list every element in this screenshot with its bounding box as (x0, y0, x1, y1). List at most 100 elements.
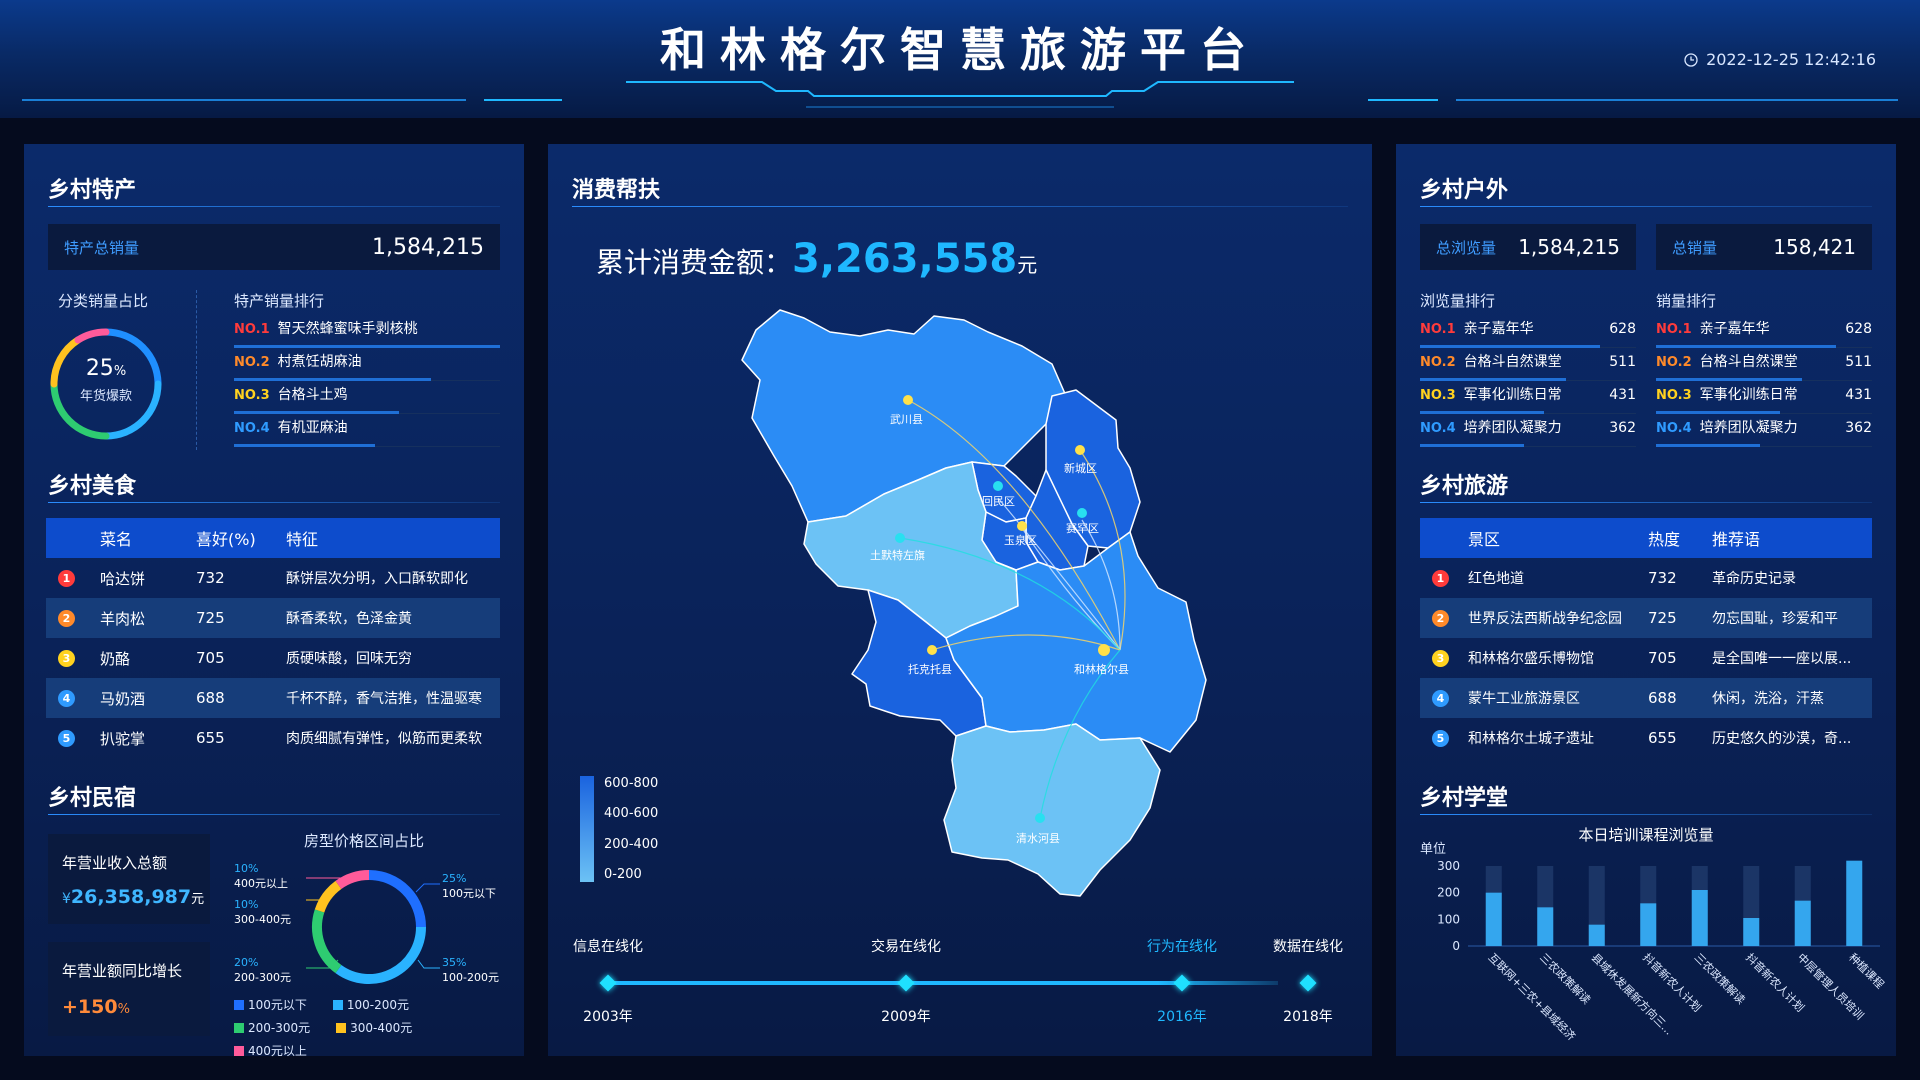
food-table: 菜名 喜好(%) 特征 1 哈达饼 732 酥饼层次分明，入口酥软即化 2 羊肉松 725 酥… (46, 518, 500, 758)
outdoor-title: 乡村户外 (1420, 178, 1509, 203)
rank-item[interactable]: NO.3 军事化训练日常 431 (1656, 384, 1872, 417)
outdoor-views-card: 总浏览量 1,584,215 (1420, 224, 1636, 270)
map-marker[interactable] (1017, 521, 1027, 531)
y-tick-label: 0 (1452, 939, 1460, 953)
rank-item[interactable]: NO.4 有机亚麻油 (234, 417, 500, 450)
specialty-total-label: 特产总销量 (64, 238, 140, 257)
tourism-hot: 655 (1648, 729, 1677, 747)
tourism-slogan: 勿忘国耻，珍爱和平 (1712, 611, 1838, 627)
rank-item[interactable]: NO.2 台格斗自然课堂 511 (1656, 351, 1872, 384)
place-label: 土默特左旗 (870, 548, 925, 562)
table-row[interactable]: 2 世界反法西斯战争纪念园 725 勿忘国耻，珍爱和平 (1420, 598, 1872, 638)
rank-badge: 3 (1432, 649, 1449, 667)
timeline-year: 2009年 (881, 1009, 931, 1025)
section-divider (1420, 206, 1872, 207)
rank-item[interactable]: NO.1 亲子嘉年华 628 (1420, 318, 1636, 351)
specialty-ratio-value: 25 (85, 356, 114, 381)
map-legend-label: 0-200 (604, 866, 642, 882)
rank-item[interactable]: NO.4 培养团队凝聚力 362 (1656, 417, 1872, 450)
section-divider (1420, 814, 1872, 815)
rank-bar (1656, 411, 1781, 414)
map-marker[interactable] (927, 645, 937, 655)
rank-item[interactable]: NO.3 军事化训练日常 431 (1420, 384, 1636, 417)
consume-title: 消费帮扶 (572, 178, 661, 203)
x-tick-label: 互联网+三农+县域经济 (1486, 950, 1579, 1043)
rank-badge: 4 (1432, 689, 1449, 707)
bar[interactable] (1743, 918, 1760, 946)
bar[interactable] (1640, 903, 1657, 946)
tourism-name: 和林格尔盛乐博物馆 (1468, 651, 1594, 667)
food-feature: 质硬味酸，回味无穷 (286, 651, 412, 667)
food-title: 乡村美食 (48, 474, 137, 499)
rank-bar (1420, 378, 1566, 381)
specialty-total-value: 1,584,215 (372, 234, 484, 260)
rank-count: 511 (1845, 354, 1872, 370)
table-row[interactable]: 3 奶酪 705 质硬味酸，回味无穷 (46, 638, 500, 678)
food-feature: 肉质细腻有弹性，似筋而更柔软 (286, 731, 482, 747)
map-marker[interactable] (903, 395, 913, 405)
region-qingshuihe[interactable] (943, 723, 1161, 897)
table-row[interactable]: 1 红色地道 732 革命历史记录 (1420, 558, 1872, 598)
consume-total-value: 3,263,558 (792, 236, 1018, 282)
timeline-node[interactable] (599, 974, 617, 992)
table-row[interactable]: 3 和林格尔盛乐博物馆 705 是全国唯一一座以展... (1420, 638, 1872, 678)
rank-item[interactable]: NO.3 台格斗土鸡 (234, 384, 500, 417)
map-marker[interactable] (1098, 644, 1110, 656)
rank-count: 628 (1845, 321, 1872, 337)
food-feature: 酥饼层次分明，入口酥软即化 (286, 571, 468, 587)
legend-label: 300-400元 (350, 1021, 413, 1035)
place-label: 和林格尔县 (1074, 662, 1129, 676)
tourism-col-hot: 热度 (1648, 530, 1681, 549)
table-row[interactable]: 4 蒙牛工业旅游景区 688 休闲，洗浴，汗蒸 (1420, 678, 1872, 718)
bar[interactable] (1691, 890, 1708, 946)
timeline-label: 行为在线化 (1147, 939, 1217, 955)
rank-name: 村煮饪胡麻油 (277, 354, 362, 370)
rank-name: 军事化训练日常 (1699, 387, 1798, 403)
tourism-table: 景区 热度 推荐语 1 红色地道 732 革命历史记录 2 世界反法西斯战争纪念园 725 勿… (1420, 518, 1872, 758)
timeline-node[interactable] (1173, 974, 1191, 992)
bar[interactable] (1485, 892, 1502, 946)
price-legend: 100元以下 100-200元 200-300元 300-400元 400元以上 (234, 996, 504, 1059)
map-legend-labels: 600-800 400-600 200-400 0-200 (604, 776, 658, 882)
rank-badge: 2 (1432, 609, 1449, 627)
bar[interactable] (1794, 900, 1811, 946)
timeline-label: 交易在线化 (871, 939, 941, 955)
region-map: 武川县 新城区 回民区 赛罕区 玉泉区 土默特左旗 托克托县 和林格尔县 清水河… (741, 309, 1207, 897)
tourism-slogan: 革命历史记录 (1712, 571, 1796, 587)
outdoor-views-rank-title: 浏览量排行 (1420, 292, 1496, 310)
rank-item[interactable]: NO.2 村煮饪胡麻油 (234, 351, 500, 384)
rank-number: NO.3 (1420, 388, 1456, 403)
map-marker[interactable] (993, 481, 1003, 491)
rank-count: 362 (1609, 420, 1636, 436)
table-row[interactable]: 2 羊肉松 725 酥香柔软，色泽金黄 (46, 598, 500, 638)
bar[interactable] (1846, 860, 1863, 946)
outdoor-sales-value: 158,421 (1773, 235, 1856, 259)
tourism-hot: 725 (1648, 609, 1677, 627)
outdoor-views-label: 总浏览量 (1436, 238, 1497, 257)
rank-item[interactable]: NO.1 亲子嘉年华 628 (1656, 318, 1872, 351)
food-feature: 千杯不醉，香气洁推，性温驱寒 (286, 691, 482, 707)
table-row[interactable]: 5 扒驼掌 655 肉质细腻有弹性，似筋而更柔软 (46, 718, 500, 758)
map-marker[interactable] (1077, 508, 1087, 518)
rank-item[interactable]: NO.1 智天然蜂蜜味手剥核桃 (234, 318, 500, 351)
homestay-revenue-prefix: ¥ (62, 891, 71, 907)
y-tick-label: 200 (1437, 886, 1460, 900)
bar[interactable] (1588, 924, 1605, 946)
rank-badge: 5 (58, 729, 75, 747)
y-tick-label: 300 (1437, 859, 1460, 873)
bar[interactable] (1537, 907, 1554, 946)
rank-bar (1656, 345, 1836, 348)
specialty-divider (196, 290, 197, 450)
rank-number: NO.4 (1420, 421, 1456, 436)
timeline-node[interactable] (897, 974, 915, 992)
table-row[interactable]: 1 哈达饼 732 酥饼层次分明，入口酥软即化 (46, 558, 500, 598)
rank-item[interactable]: NO.2 台格斗自然课堂 511 (1420, 351, 1636, 384)
timeline-node[interactable] (1299, 974, 1317, 992)
map-marker[interactable] (895, 533, 905, 543)
table-row[interactable]: 4 马奶酒 688 千杯不醉，香气洁推，性温驱寒 (46, 678, 500, 718)
table-row[interactable]: 5 和林格尔土城子遗址 655 历史悠久的沙漠，奇... (1420, 718, 1872, 758)
rank-item[interactable]: NO.4 培养团队凝聚力 362 (1420, 417, 1636, 450)
map-marker[interactable] (1075, 445, 1085, 455)
map-marker[interactable] (1035, 813, 1045, 823)
homestay-revenue-unit: 元 (191, 892, 205, 907)
